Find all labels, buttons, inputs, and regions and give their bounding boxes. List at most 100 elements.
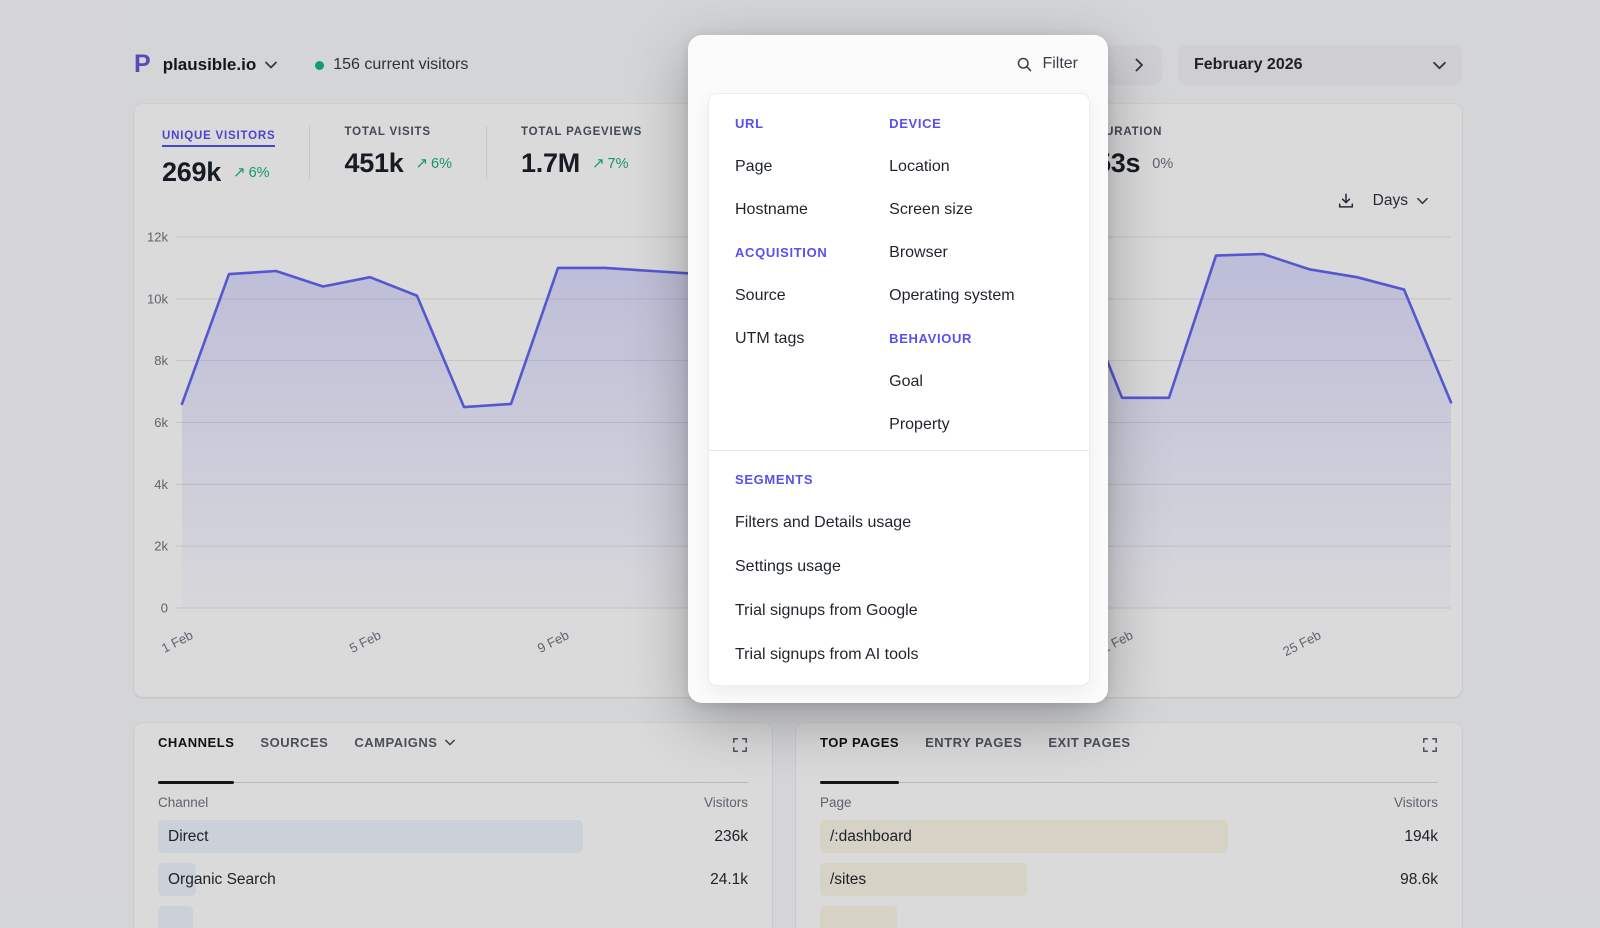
stat-change-value: 7% — [608, 156, 629, 172]
tab-label: CHANNELS — [158, 735, 234, 750]
svg-text:8k: 8k — [154, 353, 168, 368]
stat-value: 269k — [162, 157, 221, 188]
filter-item-screen-size[interactable]: Screen size — [889, 188, 1063, 231]
stat-value: 1.7M — [521, 148, 580, 179]
filter-item-hostname[interactable]: Hostname — [735, 188, 889, 231]
tab-label: CAMPAIGNS — [354, 735, 437, 750]
current-visitors[interactable]: 156 current visitors — [315, 56, 468, 74]
site-switcher[interactable]: plausible.io — [163, 55, 278, 75]
table-row-partial[interactable] — [158, 906, 748, 928]
stat-change-value: 0% — [1152, 156, 1173, 172]
stat-value: 451k — [344, 148, 403, 179]
stat-change-value: 6% — [431, 156, 452, 172]
svg-text:1 Feb: 1 Feb — [159, 627, 195, 655]
filter-item-property[interactable]: Property — [889, 403, 1063, 446]
filter-item-page[interactable]: Page — [735, 145, 889, 188]
filter-item-utm-tags[interactable]: UTM tags — [735, 317, 889, 360]
stat-change: ↗6% — [233, 165, 270, 181]
svg-text:2k: 2k — [154, 539, 168, 554]
chevron-down-icon — [445, 739, 455, 746]
filter-search-button[interactable]: Filter — [1016, 55, 1078, 73]
row-label: /sites — [820, 871, 866, 889]
row-label: /:dashboard — [820, 828, 912, 846]
row-bar — [158, 820, 583, 853]
svg-text:0: 0 — [161, 601, 168, 616]
chevron-down-icon — [1433, 61, 1446, 70]
row-value: 236k — [714, 828, 748, 846]
table-header: PageVisitors — [820, 795, 1438, 810]
segment-item-trial-signups-from-google[interactable]: Trial signups from Google — [735, 589, 1063, 633]
row-bar — [158, 906, 193, 928]
interval-dropdown[interactable]: Days — [1373, 192, 1428, 210]
stat-unique-visitors[interactable]: UNIQUE VISITORS269k↗6% — [162, 126, 309, 188]
svg-text:5 Feb: 5 Feb — [347, 627, 383, 655]
tab-sources[interactable]: SOURCES — [260, 735, 328, 782]
site-name: plausible.io — [163, 55, 257, 75]
arrow-up-right-icon: ↗ — [592, 156, 605, 171]
row-value: 24.1k — [710, 871, 748, 889]
tab-top-pages[interactable]: TOP PAGES — [820, 735, 899, 782]
row-label: Organic Search — [158, 871, 276, 889]
tab-label: TOP PAGES — [820, 735, 899, 750]
row-value: 194k — [1404, 828, 1438, 846]
stat-label: TOTAL PAGEVIEWS — [521, 126, 642, 138]
table-row-organic-search[interactable]: Organic Search 24.1k — [158, 863, 748, 896]
filter-modal: Filter URLPageHostnameACQUISITIONSourceU… — [688, 35, 1108, 703]
tab-campaigns[interactable]: CAMPAIGNS — [354, 735, 454, 782]
svg-text:4k: 4k — [154, 477, 168, 492]
chevron-down-icon — [1417, 197, 1428, 205]
svg-text:10k: 10k — [148, 291, 168, 306]
stat-label: TOTAL VISITS — [344, 126, 452, 138]
expand-icon[interactable] — [732, 737, 748, 753]
filter-label: Filter — [1042, 55, 1078, 73]
segment-item-filters-and-details-usage[interactable]: Filters and Details usage — [735, 501, 1063, 545]
interval-label: Days — [1373, 192, 1408, 210]
svg-text:25 Feb: 25 Feb — [1280, 627, 1323, 659]
row-bar — [820, 906, 897, 928]
filter-heading-segments: SEGMENTS — [735, 457, 1063, 501]
expand-icon[interactable] — [1422, 737, 1438, 753]
date-range-picker[interactable]: February 2026 — [1178, 45, 1462, 85]
segments-list: SEGMENTSFilters and Details usageSetting… — [735, 451, 1063, 677]
next-period-button[interactable] — [1121, 48, 1158, 82]
table-header: ChannelVisitors — [158, 795, 748, 810]
live-dot-icon — [315, 61, 324, 70]
segment-item-settings-usage[interactable]: Settings usage — [735, 545, 1063, 589]
svg-text:9 Feb: 9 Feb — [535, 627, 571, 655]
tab-exit-pages[interactable]: EXIT PAGES — [1048, 735, 1130, 782]
table-row-partial[interactable] — [820, 906, 1438, 928]
stat-change-value: 6% — [249, 165, 270, 181]
chart-controls: Days — [1337, 192, 1428, 210]
filter-heading-url: URL — [735, 102, 889, 145]
filter-item-source[interactable]: Source — [735, 274, 889, 317]
stat-change: ↗7% — [592, 156, 629, 172]
stat-total-pageviews[interactable]: TOTAL PAGEVIEWS 1.7M ↗7% — [486, 126, 676, 179]
arrow-up-right-icon: ↗ — [415, 156, 428, 171]
stat-total-visits[interactable]: TOTAL VISITS 451k ↗6% — [309, 126, 486, 179]
filter-item-goal[interactable]: Goal — [889, 360, 1063, 403]
tab-channels[interactable]: CHANNELS — [158, 735, 234, 782]
filter-heading-acquisition: ACQUISITION — [735, 231, 889, 274]
top-pages-card: TOP PAGES ENTRY PAGES EXIT PAGES PageVisito… — [796, 723, 1462, 928]
stat-change: ↗6% — [415, 156, 452, 172]
filter-column-left: URLPageHostnameACQUISITIONSourceUTM tags — [735, 102, 889, 446]
filter-item-operating-system[interactable]: Operating system — [889, 274, 1063, 317]
export-download-icon[interactable] — [1337, 192, 1355, 210]
channels-card: CHANNELS SOURCES CAMPAIGNS ChannelVisitors D… — [134, 723, 772, 928]
column-header-page: Page — [820, 795, 852, 810]
svg-text:6k: 6k — [154, 415, 168, 430]
filter-item-location[interactable]: Location — [889, 145, 1063, 188]
table-row-direct[interactable]: Direct236k — [158, 820, 748, 853]
tab-bar: CHANNELS SOURCES CAMPAIGNS — [158, 735, 748, 783]
filter-item-browser[interactable]: Browser — [889, 231, 1063, 274]
stat-change: 0% — [1152, 156, 1173, 172]
row-value: 98.6k — [1400, 871, 1438, 889]
segment-item-trial-signups-from-ai-tools[interactable]: Trial signups from AI tools — [735, 633, 1063, 677]
column-header-visitors: Visitors — [704, 795, 748, 810]
filter-heading-device: DEVICE — [889, 102, 1063, 145]
table-row-sites[interactable]: /sites 98.6k — [820, 863, 1438, 896]
table-row-dashboard[interactable]: /:dashboard 194k — [820, 820, 1438, 853]
tab-entry-pages[interactable]: ENTRY PAGES — [925, 735, 1022, 782]
svg-text:12k: 12k — [148, 230, 168, 245]
tab-bar: TOP PAGES ENTRY PAGES EXIT PAGES — [820, 735, 1438, 783]
